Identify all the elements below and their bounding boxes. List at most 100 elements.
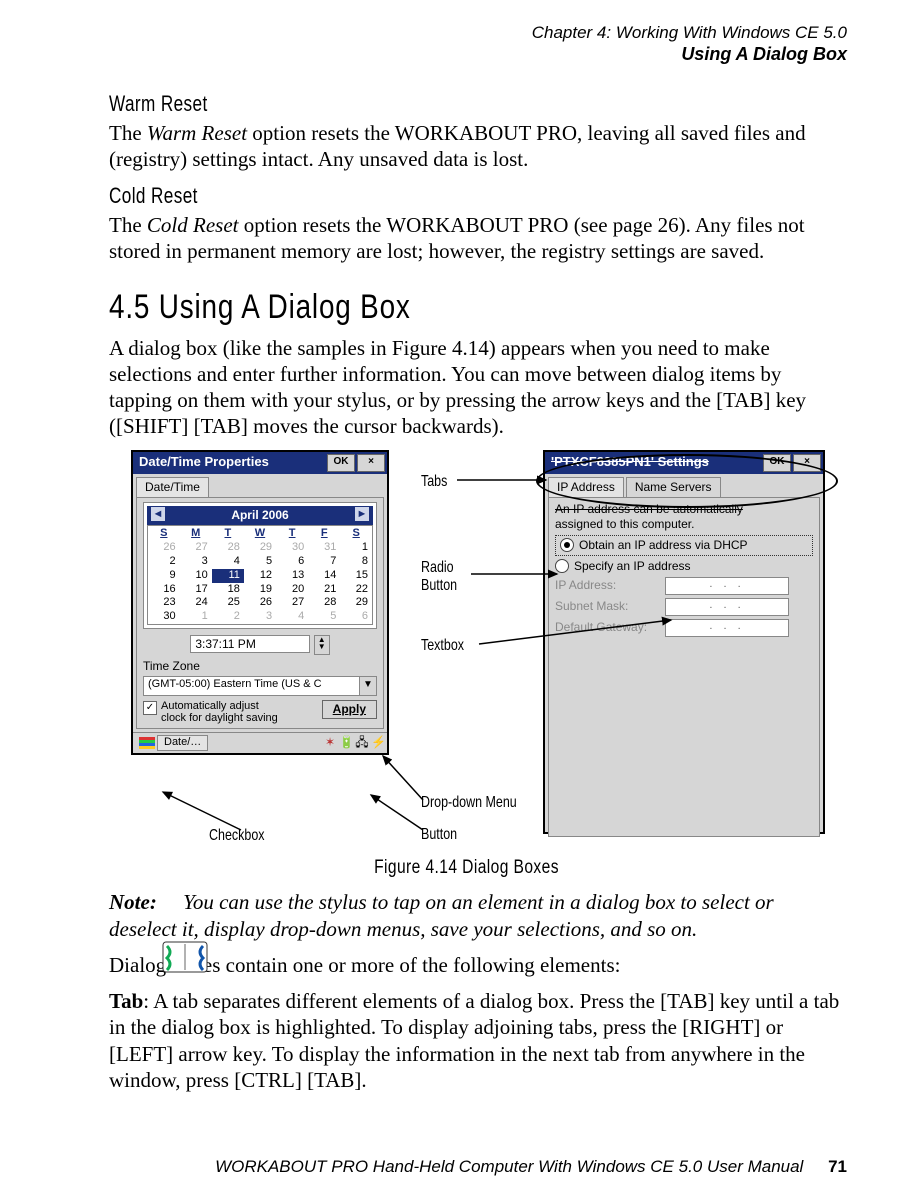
date-time-dialog: Date/Time Properties OK × Date/Time ◄ Ap… [131,450,389,755]
label-button: Button [421,825,457,845]
calendar-day[interactable]: 4 [276,610,308,624]
tab-description: Tab: A tab separates different elements … [109,988,844,1093]
radio-dhcp[interactable]: Obtain an IP address via DHCP [555,535,813,556]
start-icon[interactable] [139,737,155,749]
calendar-day[interactable]: 16 [148,583,180,597]
calendar-day[interactable]: 29 [244,541,276,555]
calendar-day[interactable]: 6 [276,555,308,569]
calendar-day[interactable]: 8 [340,555,372,569]
taskbar: Date/… ✶ 🔋 🖧 ⚡ [133,732,387,753]
default-gateway-label: Default Gateway: [555,620,665,635]
dst-label: Automatically adjust clock for daylight … [161,700,318,724]
calendar-day[interactable]: 11 [212,569,244,583]
default-gateway-input[interactable]: . . . [665,619,789,637]
calendar-day[interactable]: 24 [180,596,212,610]
page-number: 71 [828,1157,847,1176]
calendar-day[interactable]: 17 [180,583,212,597]
calendar-day[interactable]: 13 [276,569,308,583]
warm-reset-heading: Warm Reset [109,90,682,118]
running-footer: WORKABOUT PRO Hand-Held Computer With Wi… [215,1156,847,1177]
month-label: April 2006 [231,508,288,522]
calendar-day[interactable]: 7 [308,555,340,569]
calendar-day[interactable]: 26 [148,541,180,555]
prev-month-button[interactable]: ◄ [151,507,165,521]
calendar-day[interactable]: 26 [244,596,276,610]
network-settings-dialog: 'PTXCF8385PN1' Settings OK × IP Address … [543,450,825,834]
label-dropdown: Drop-down Menu [421,793,517,813]
desc-line1: An IP address can be automatically [555,502,813,517]
calendar-day[interactable]: 2 [212,610,244,624]
calendar-day[interactable]: 12 [244,569,276,583]
timezone-value: (GMT-05:00) Eastern Time (US & C [144,677,359,695]
ip-address-input[interactable]: . . . [665,577,789,595]
calendar-day[interactable]: 15 [340,569,372,583]
dst-checkbox[interactable] [143,701,157,715]
note-icon [161,938,209,976]
calendar-day[interactable]: 6 [340,610,372,624]
calendar-day[interactable]: 25 [212,596,244,610]
calendar-day[interactable]: 28 [212,541,244,555]
running-header: Chapter 4: Working With Windows CE 5.0 U… [532,22,847,66]
calendar-day[interactable]: 1 [180,610,212,624]
calendar-day[interactable]: 31 [308,541,340,555]
ok-button[interactable]: OK [763,454,791,472]
tray-icon[interactable]: ✶ [323,735,337,750]
calendar-day[interactable]: 27 [276,596,308,610]
calendar-dow: F [308,525,340,541]
calendar-day[interactable]: 2 [148,555,180,569]
close-button[interactable]: × [793,454,821,472]
tray-icon[interactable]: 🔋 [339,735,353,750]
elements-intro: Dialog boxes contain one or more of the … [109,952,844,978]
calendar-day[interactable]: 28 [308,596,340,610]
close-button[interactable]: × [357,454,385,472]
radio-icon [560,538,574,552]
radio-specify[interactable]: Specify an IP address [555,559,813,574]
calendar-day[interactable]: 3 [180,555,212,569]
calendar-day[interactable]: 30 [148,610,180,624]
section-line: Using A Dialog Box [532,43,847,66]
calendar-day[interactable]: 23 [148,596,180,610]
calendar-day[interactable]: 5 [308,610,340,624]
calendar-day[interactable]: 30 [276,541,308,555]
ok-button[interactable]: OK [327,454,355,472]
calendar-day[interactable]: 1 [340,541,372,555]
calendar-dow: S [148,525,180,541]
calendar-day[interactable]: 14 [308,569,340,583]
subnet-mask-input[interactable]: . . . [665,598,789,616]
calendar-day[interactable]: 21 [308,583,340,597]
calendar-day[interactable]: 27 [180,541,212,555]
calendar-day[interactable]: 18 [212,583,244,597]
calendar-day[interactable]: 10 [180,569,212,583]
ip-address-label: IP Address: [555,578,665,593]
time-input[interactable] [190,635,310,653]
tray-icon[interactable]: ⚡ [371,735,385,750]
calendar-day[interactable]: 4 [212,555,244,569]
calendar-day[interactable]: 29 [340,596,372,610]
label-radio-a: Radio [421,558,454,578]
figure-caption: Figure 4.14 Dialog Boxes [157,856,776,880]
calendar-table[interactable]: SMTWTFS 26272829303112345678910111213141… [147,525,373,625]
calendar-day[interactable]: 19 [244,583,276,597]
cold-reset-body: The Cold Reset option resets the WORKABO… [109,212,844,265]
taskbar-item[interactable]: Date/… [157,735,208,751]
calendar-day[interactable]: 3 [244,610,276,624]
titlebar: Date/Time Properties OK × [133,452,387,474]
label-checkbox: Checkbox [209,826,265,846]
figure-dialog-boxes: Date/Time Properties OK × Date/Time ◄ Ap… [131,450,844,850]
tray-icon[interactable]: 🖧 [355,735,369,750]
next-month-button[interactable]: ► [355,507,369,521]
label-tabs: Tabs [421,472,447,492]
calendar-day[interactable]: 5 [244,555,276,569]
note-text: You can use the stylus to tap on an elem… [109,890,774,940]
apply-button[interactable]: Apply [322,700,377,719]
calendar-day[interactable]: 20 [276,583,308,597]
tab-ip-address[interactable]: IP Address [548,477,624,497]
warm-reset-body: The Warm Reset option resets the WORKABO… [109,120,844,173]
tab-name-servers[interactable]: Name Servers [626,477,721,497]
chevron-down-icon[interactable]: ▼ [359,677,376,695]
tab-date-time[interactable]: Date/Time [136,477,209,497]
calendar-day[interactable]: 9 [148,569,180,583]
calendar-day[interactable]: 22 [340,583,372,597]
calendar-dow: T [212,525,244,541]
timezone-dropdown[interactable]: (GMT-05:00) Eastern Time (US & C ▼ [143,676,377,696]
